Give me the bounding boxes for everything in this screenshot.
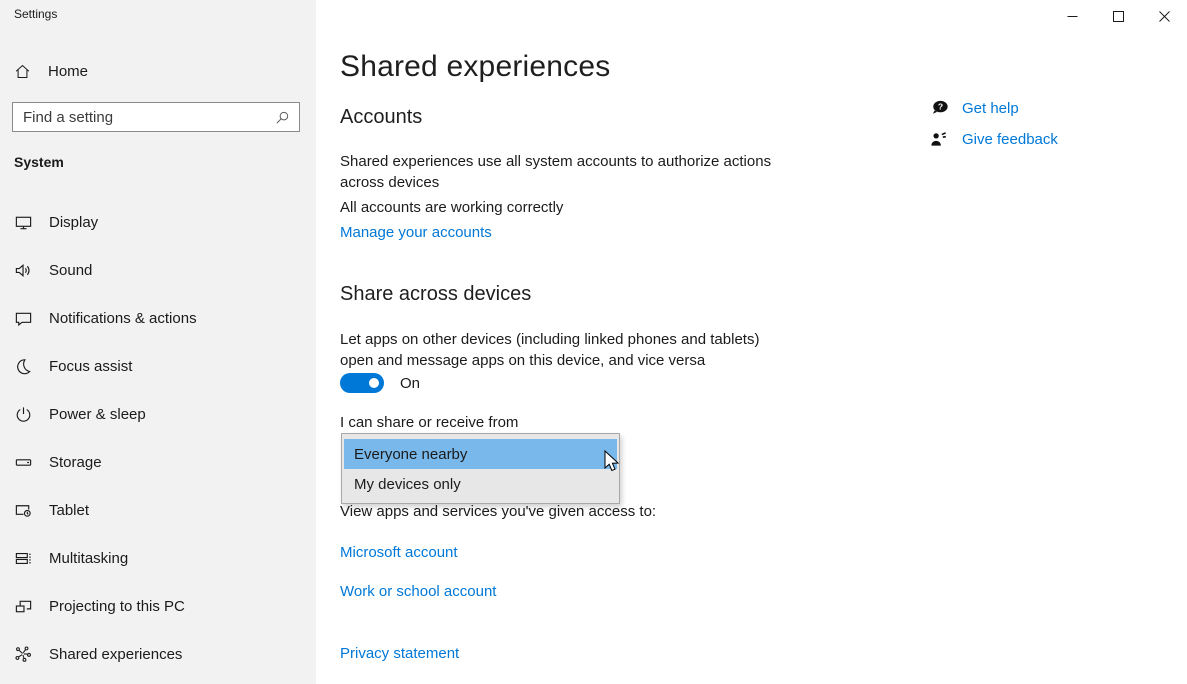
sidebar: Settings Home System Display (0, 0, 316, 684)
share-description: Let apps on other devices (including lin… (340, 331, 760, 369)
toggle-state-label: On (400, 374, 421, 392)
notifications-icon (14, 309, 33, 328)
privacy-statement-link[interactable]: Privacy statement (340, 645, 459, 662)
dropdown-option-everyone-nearby[interactable]: Everyone nearby (344, 439, 617, 469)
sidebar-item-storage[interactable]: Storage (0, 438, 316, 486)
sidebar-item-label: Multitasking (49, 549, 129, 567)
sidebar-item-label: Storage (49, 453, 102, 471)
sidebar-item-sound[interactable]: Sound (0, 246, 316, 294)
power-icon (14, 405, 33, 424)
dropdown-option-label: My devices only (354, 475, 461, 493)
sidebar-item-projecting[interactable]: Projecting to this PC (0, 582, 316, 630)
view-access-text: View apps and services you've given acce… (340, 503, 657, 520)
page-title: Shared experiences (340, 50, 611, 83)
sidebar-item-home[interactable]: Home (0, 53, 316, 89)
get-help-label: Get help (962, 99, 1019, 117)
multitasking-icon (14, 549, 33, 568)
give-feedback-label: Give feedback (962, 130, 1058, 148)
help-panel: ? Get help Give feedback (929, 97, 1058, 159)
share-toggle-row: On (340, 373, 420, 393)
sidebar-item-tablet[interactable]: Tablet (0, 486, 316, 534)
projecting-icon (14, 597, 33, 616)
search-icon[interactable] (275, 110, 290, 125)
app-title: Settings (14, 7, 58, 21)
window-controls (1049, 0, 1187, 32)
svg-text:?: ? (938, 102, 943, 112)
get-help-icon: ? (929, 98, 951, 118)
give-feedback-link[interactable]: Give feedback (929, 128, 1058, 150)
sidebar-item-label: Sound (49, 261, 93, 279)
share-from-label: I can share or receive from (340, 414, 519, 431)
share-from-dropdown: Everyone nearby My devices only (341, 433, 620, 504)
share-across-devices-heading: Share across devices (340, 283, 532, 305)
storage-icon (14, 453, 33, 472)
minimize-button[interactable] (1049, 0, 1095, 32)
get-help-link[interactable]: ? Get help (929, 97, 1058, 119)
give-feedback-icon (929, 130, 951, 149)
sidebar-item-label: Power & sleep (49, 405, 146, 423)
sidebar-item-power-sleep[interactable]: Power & sleep (0, 390, 316, 438)
tablet-icon (14, 501, 33, 520)
sidebar-item-multitasking[interactable]: Multitasking (0, 534, 316, 582)
close-button[interactable] (1141, 0, 1187, 32)
shared-experiences-icon (14, 645, 33, 664)
sidebar-item-label: Focus assist (49, 357, 133, 375)
manage-accounts-link[interactable]: Manage your accounts (340, 224, 492, 241)
sidebar-item-label: Shared experiences (49, 645, 183, 663)
sidebar-nav: Display Sound Notifications & actions Fo… (0, 198, 316, 678)
focus-assist-icon (14, 357, 33, 376)
sidebar-item-label: Display (49, 213, 99, 231)
search-box[interactable] (12, 102, 300, 132)
microsoft-account-link[interactable]: Microsoft account (340, 544, 458, 561)
sidebar-section-header: System (14, 154, 64, 170)
sidebar-item-focus-assist[interactable]: Focus assist (0, 342, 316, 390)
toggle-knob (369, 378, 379, 388)
accounts-description: Shared experiences use all system accoun… (340, 153, 772, 191)
accounts-heading: Accounts (340, 106, 423, 128)
sidebar-home-label: Home (48, 62, 89, 80)
dropdown-option-my-devices-only[interactable]: My devices only (344, 469, 617, 499)
sidebar-item-label: Notifications & actions (49, 309, 197, 327)
display-icon (14, 213, 33, 232)
dropdown-option-label: Everyone nearby (354, 445, 468, 463)
accounts-status: All accounts are working correctly (340, 199, 564, 216)
work-school-account-link[interactable]: Work or school account (340, 583, 496, 600)
sidebar-item-notifications[interactable]: Notifications & actions (0, 294, 316, 342)
share-toggle[interactable] (340, 373, 384, 393)
sidebar-item-shared-experiences[interactable]: Shared experiences (0, 630, 316, 678)
sidebar-item-display[interactable]: Display (0, 198, 316, 246)
sidebar-item-label: Projecting to this PC (49, 597, 185, 615)
search-input[interactable] (13, 108, 275, 126)
sound-icon (14, 261, 33, 280)
sidebar-item-label: Tablet (49, 501, 90, 519)
home-icon (14, 63, 31, 80)
maximize-button[interactable] (1095, 0, 1141, 32)
